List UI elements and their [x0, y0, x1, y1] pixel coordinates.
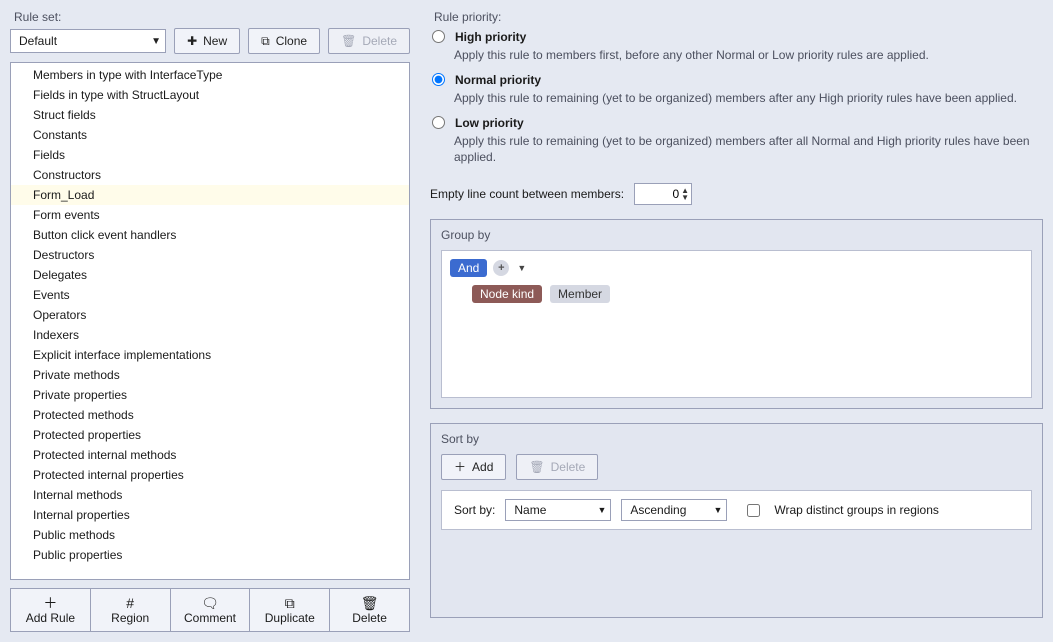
plus-icon: ＋ — [454, 461, 466, 473]
copy-icon: ⧉ — [261, 35, 270, 47]
wrap-regions-label: Wrap distinct groups in regions — [774, 503, 939, 517]
list-item[interactable]: Members in type with InterfaceType — [11, 65, 409, 85]
new-button[interactable]: ✚ New — [174, 28, 240, 54]
and-tag[interactable]: And — [450, 259, 487, 277]
list-item[interactable]: Fields in type with StructLayout — [11, 85, 409, 105]
list-item[interactable]: Fields — [11, 145, 409, 165]
chevron-down-icon: ▼ — [713, 505, 722, 515]
add-rule-button[interactable]: ＋ Add Rule — [10, 588, 91, 632]
clone-button-label: Clone — [276, 34, 307, 48]
node-kind-tag[interactable]: Node kind — [472, 285, 542, 303]
chevron-down-icon[interactable]: ▼ — [517, 263, 526, 273]
sort-field-select[interactable]: Name ▼ — [505, 499, 611, 521]
trash-icon: 🗑 — [361, 596, 379, 610]
new-button-label: New — [203, 34, 227, 48]
plus-icon: ＋ — [43, 596, 57, 610]
delete-ruleset-button[interactable]: 🗑 Delete — [328, 28, 410, 54]
clone-button[interactable]: ⧉ Clone — [248, 28, 320, 54]
empty-line-input[interactable] — [651, 187, 679, 201]
list-item[interactable]: Destructors — [11, 245, 409, 265]
sort-field-text: Name — [514, 503, 546, 517]
list-item[interactable]: Constructors — [11, 165, 409, 185]
sortby-title: Sort by — [441, 432, 1032, 446]
comment-button[interactable]: 🗨 Comment — [171, 588, 251, 632]
ruleset-label: Rule set: — [14, 10, 410, 24]
priority-label: High priority — [455, 30, 526, 44]
ruleset-selected-text: Default — [19, 34, 57, 48]
duplicate-icon: ⧉ — [285, 596, 295, 610]
priority-radio[interactable] — [432, 30, 445, 43]
list-item[interactable]: Delegates — [11, 265, 409, 285]
list-item[interactable]: Button click event handlers — [11, 225, 409, 245]
add-condition-button[interactable]: + — [493, 260, 509, 276]
delete-rule-button[interactable]: 🗑 Delete — [330, 588, 410, 632]
member-tag[interactable]: Member — [550, 285, 610, 303]
list-item[interactable]: Form_Load — [11, 185, 409, 205]
priority-radio[interactable] — [432, 116, 445, 129]
list-item[interactable]: Public properties — [11, 545, 409, 565]
wrap-regions-checkbox[interactable] — [747, 504, 760, 517]
list-item[interactable]: Private methods — [11, 365, 409, 385]
priority-title: Rule priority: — [434, 10, 1043, 24]
list-item[interactable]: Struct fields — [11, 105, 409, 125]
region-label: Region — [111, 611, 149, 625]
chevron-down-icon: ▼ — [597, 505, 606, 515]
priority-label: Normal priority — [455, 73, 541, 87]
list-item[interactable]: Private properties — [11, 385, 409, 405]
duplicate-button[interactable]: ⧉ Duplicate — [250, 588, 330, 632]
region-button[interactable]: # Region — [91, 588, 171, 632]
priority-label: Low priority — [455, 116, 524, 130]
sort-row: Sort by: Name ▼ Ascending ▼ Wrap distinc… — [441, 490, 1032, 530]
trash-icon: 🗑 — [529, 461, 544, 473]
list-item[interactable]: Operators — [11, 305, 409, 325]
list-item[interactable]: Public methods — [11, 525, 409, 545]
empty-line-spinner[interactable]: ▲ ▼ — [634, 183, 692, 205]
add-sort-button[interactable]: ＋ Add — [441, 454, 506, 480]
trash-icon: 🗑 — [341, 35, 356, 47]
delete-sort-label: Delete — [551, 460, 586, 474]
sort-row-label: Sort by: — [454, 503, 495, 517]
comment-label: Comment — [184, 611, 236, 625]
duplicate-label: Duplicate — [265, 611, 315, 625]
list-item[interactable]: Indexers — [11, 325, 409, 345]
priority-description: Apply this rule to members first, before… — [454, 47, 1043, 63]
list-item[interactable]: Constants — [11, 125, 409, 145]
spinner-down-icon[interactable]: ▼ — [681, 194, 689, 201]
list-item[interactable]: Protected methods — [11, 405, 409, 425]
sort-order-text: Ascending — [630, 503, 686, 517]
add-sort-label: Add — [472, 460, 493, 474]
delete-rule-label: Delete — [352, 611, 387, 625]
delete-sort-button[interactable]: 🗑 Delete — [516, 454, 598, 480]
list-item[interactable]: Protected internal properties — [11, 465, 409, 485]
priority-radio[interactable] — [432, 73, 445, 86]
list-item[interactable]: Internal properties — [11, 505, 409, 525]
list-item[interactable]: Protected properties — [11, 425, 409, 445]
list-item[interactable]: Internal methods — [11, 485, 409, 505]
priority-description: Apply this rule to remaining (yet to be … — [454, 90, 1043, 106]
rules-list[interactable]: Members in type with InterfaceTypeFields… — [10, 62, 410, 580]
add-rule-label: Add Rule — [26, 611, 75, 625]
plus-square-icon: ✚ — [187, 35, 197, 47]
list-item[interactable]: Protected internal methods — [11, 445, 409, 465]
sort-order-select[interactable]: Ascending ▼ — [621, 499, 727, 521]
ruleset-select[interactable]: Default ▼ — [10, 29, 166, 53]
list-item[interactable]: Explicit interface implementations — [11, 345, 409, 365]
list-item[interactable]: Events — [11, 285, 409, 305]
delete-ruleset-label: Delete — [362, 34, 397, 48]
empty-line-label: Empty line count between members: — [430, 187, 624, 201]
comment-icon: 🗨 — [201, 596, 219, 610]
hash-icon: # — [126, 596, 134, 610]
list-item[interactable]: Form events — [11, 205, 409, 225]
groupby-title: Group by — [441, 228, 1032, 242]
chevron-down-icon: ▼ — [151, 36, 161, 47]
priority-description: Apply this rule to remaining (yet to be … — [454, 133, 1043, 165]
